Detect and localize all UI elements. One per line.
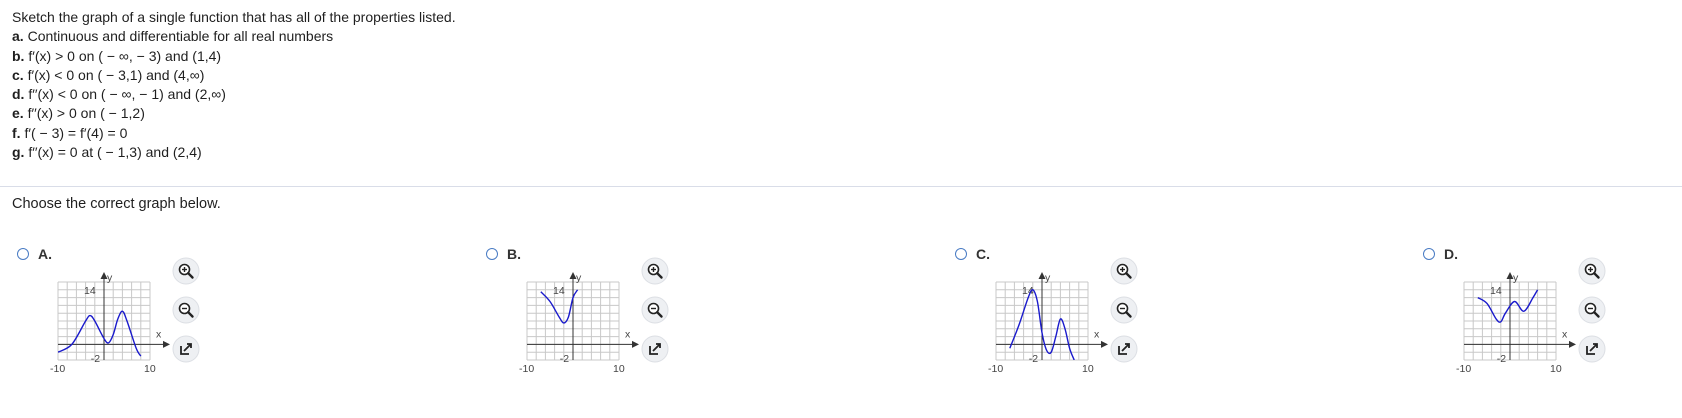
property-c: c. f′(x) < 0 on ( − 3,1) and (4,∞): [12, 66, 456, 85]
x-axis-label: x: [625, 328, 631, 340]
x-tick-label: 10: [1082, 363, 1094, 375]
option-graph[interactable]: y 14 x -10 -2 10: [40, 272, 170, 382]
graph-axes: [1464, 272, 1576, 360]
zoom-out-icon[interactable]: [1110, 296, 1138, 324]
option-label: D.: [1444, 246, 1458, 262]
x-tick-label: -10: [519, 363, 534, 375]
y-axis-label: y: [576, 272, 582, 284]
property-letter: b.: [12, 47, 25, 64]
x-tick-label: -2: [91, 353, 100, 365]
property-letter: d.: [12, 86, 25, 103]
option-graph[interactable]: y 14 x -10 -2 10: [978, 272, 1108, 382]
zoom-in-icon[interactable]: [1578, 257, 1606, 285]
property-letter: g.: [12, 144, 25, 161]
answer-option: C. y 14 x -10 -2 10: [952, 245, 1352, 395]
property-text: f′( − 3) = f′(4) = 0: [20, 124, 128, 141]
answer-option: B. y 14 x -10 -2 10: [483, 245, 883, 395]
option-label: B.: [507, 246, 521, 262]
graph-axes: [58, 272, 170, 360]
x-tick-label: -10: [988, 363, 1003, 375]
x-tick-label: -2: [1497, 353, 1506, 365]
y-tick-label: 14: [1022, 285, 1034, 297]
divider: [0, 186, 1682, 187]
property-letter: a.: [12, 28, 24, 45]
option-radio[interactable]: [955, 248, 967, 260]
x-tick-label: -10: [50, 363, 65, 375]
x-tick-label: 10: [613, 363, 625, 375]
x-tick-label: -2: [560, 353, 569, 365]
option-radio[interactable]: [486, 248, 498, 260]
y-tick-label: 14: [84, 285, 96, 297]
x-tick-label: 10: [144, 363, 156, 375]
zoom-in-icon[interactable]: [172, 257, 200, 285]
option-radio[interactable]: [17, 248, 29, 260]
popout-icon[interactable]: [1110, 335, 1138, 363]
property-letter: f.: [12, 124, 21, 141]
x-tick-label: -2: [1029, 353, 1038, 365]
property-f: f. f′( − 3) = f′(4) = 0: [12, 124, 456, 143]
graph-axes: [527, 272, 639, 360]
property-e: e. f′′(x) > 0 on ( − 1,2): [12, 104, 456, 123]
prompt-text: Choose the correct graph below.: [12, 196, 221, 212]
zoom-in-icon[interactable]: [641, 257, 669, 285]
question-text: Sketch the graph of a single function th…: [12, 8, 456, 162]
option-graph[interactable]: y 14 x -10 -2 10: [1446, 272, 1576, 382]
question-intro: Sketch the graph of a single function th…: [12, 9, 456, 25]
zoom-in-icon[interactable]: [1110, 257, 1138, 285]
y-tick-label: 14: [1490, 285, 1502, 297]
x-axis-label: x: [1562, 328, 1568, 340]
popout-icon[interactable]: [641, 335, 669, 363]
popout-icon[interactable]: [172, 335, 200, 363]
function-curve: [58, 310, 142, 357]
property-text: Continuous and differentiable for all re…: [23, 28, 334, 45]
answer-option: D. y 14 x -10 -2 10: [1420, 245, 1682, 395]
property-text: f′(x) > 0 on ( − ∞, − 3) and (1,4): [24, 47, 222, 64]
popout-icon[interactable]: [1578, 335, 1606, 363]
property-letter: e.: [12, 105, 24, 122]
x-tick-label: -10: [1456, 363, 1471, 375]
y-axis-label: y: [1045, 272, 1051, 284]
y-tick-label: 14: [553, 285, 565, 297]
graph-axes: [996, 272, 1108, 360]
property-text: f′′(x) < 0 on ( − ∞, − 1) and (2,∞): [24, 86, 226, 103]
property-text: f′(x) < 0 on ( − 3,1) and (4,∞): [23, 66, 205, 83]
option-graph[interactable]: y 14 x -10 -2 10: [509, 272, 639, 382]
property-text: f′′(x) > 0 on ( − 1,2): [23, 105, 145, 122]
zoom-out-icon[interactable]: [641, 296, 669, 324]
x-axis-label: x: [1094, 328, 1100, 340]
property-text: f′′(x) = 0 at ( − 1,3) and (2,4): [24, 144, 202, 161]
property-d: d. f′′(x) < 0 on ( − ∞, − 1) and (2,∞): [12, 85, 456, 104]
option-radio[interactable]: [1423, 248, 1435, 260]
zoom-out-icon[interactable]: [1578, 296, 1606, 324]
property-letter: c.: [12, 66, 24, 83]
option-label: A.: [38, 246, 52, 262]
zoom-out-icon[interactable]: [172, 296, 200, 324]
y-axis-label: y: [1513, 272, 1519, 284]
property-b: b. f′(x) > 0 on ( − ∞, − 3) and (1,4): [12, 47, 456, 66]
x-tick-label: 10: [1550, 363, 1562, 375]
property-g: g. f′′(x) = 0 at ( − 1,3) and (2,4): [12, 143, 456, 162]
property-a: a. Continuous and differentiable for all…: [12, 27, 456, 46]
option-label: C.: [976, 246, 990, 262]
x-axis-label: x: [156, 328, 162, 340]
answer-option: A. y 14 x -10 -2 10: [14, 245, 414, 395]
y-axis-label: y: [107, 272, 113, 284]
